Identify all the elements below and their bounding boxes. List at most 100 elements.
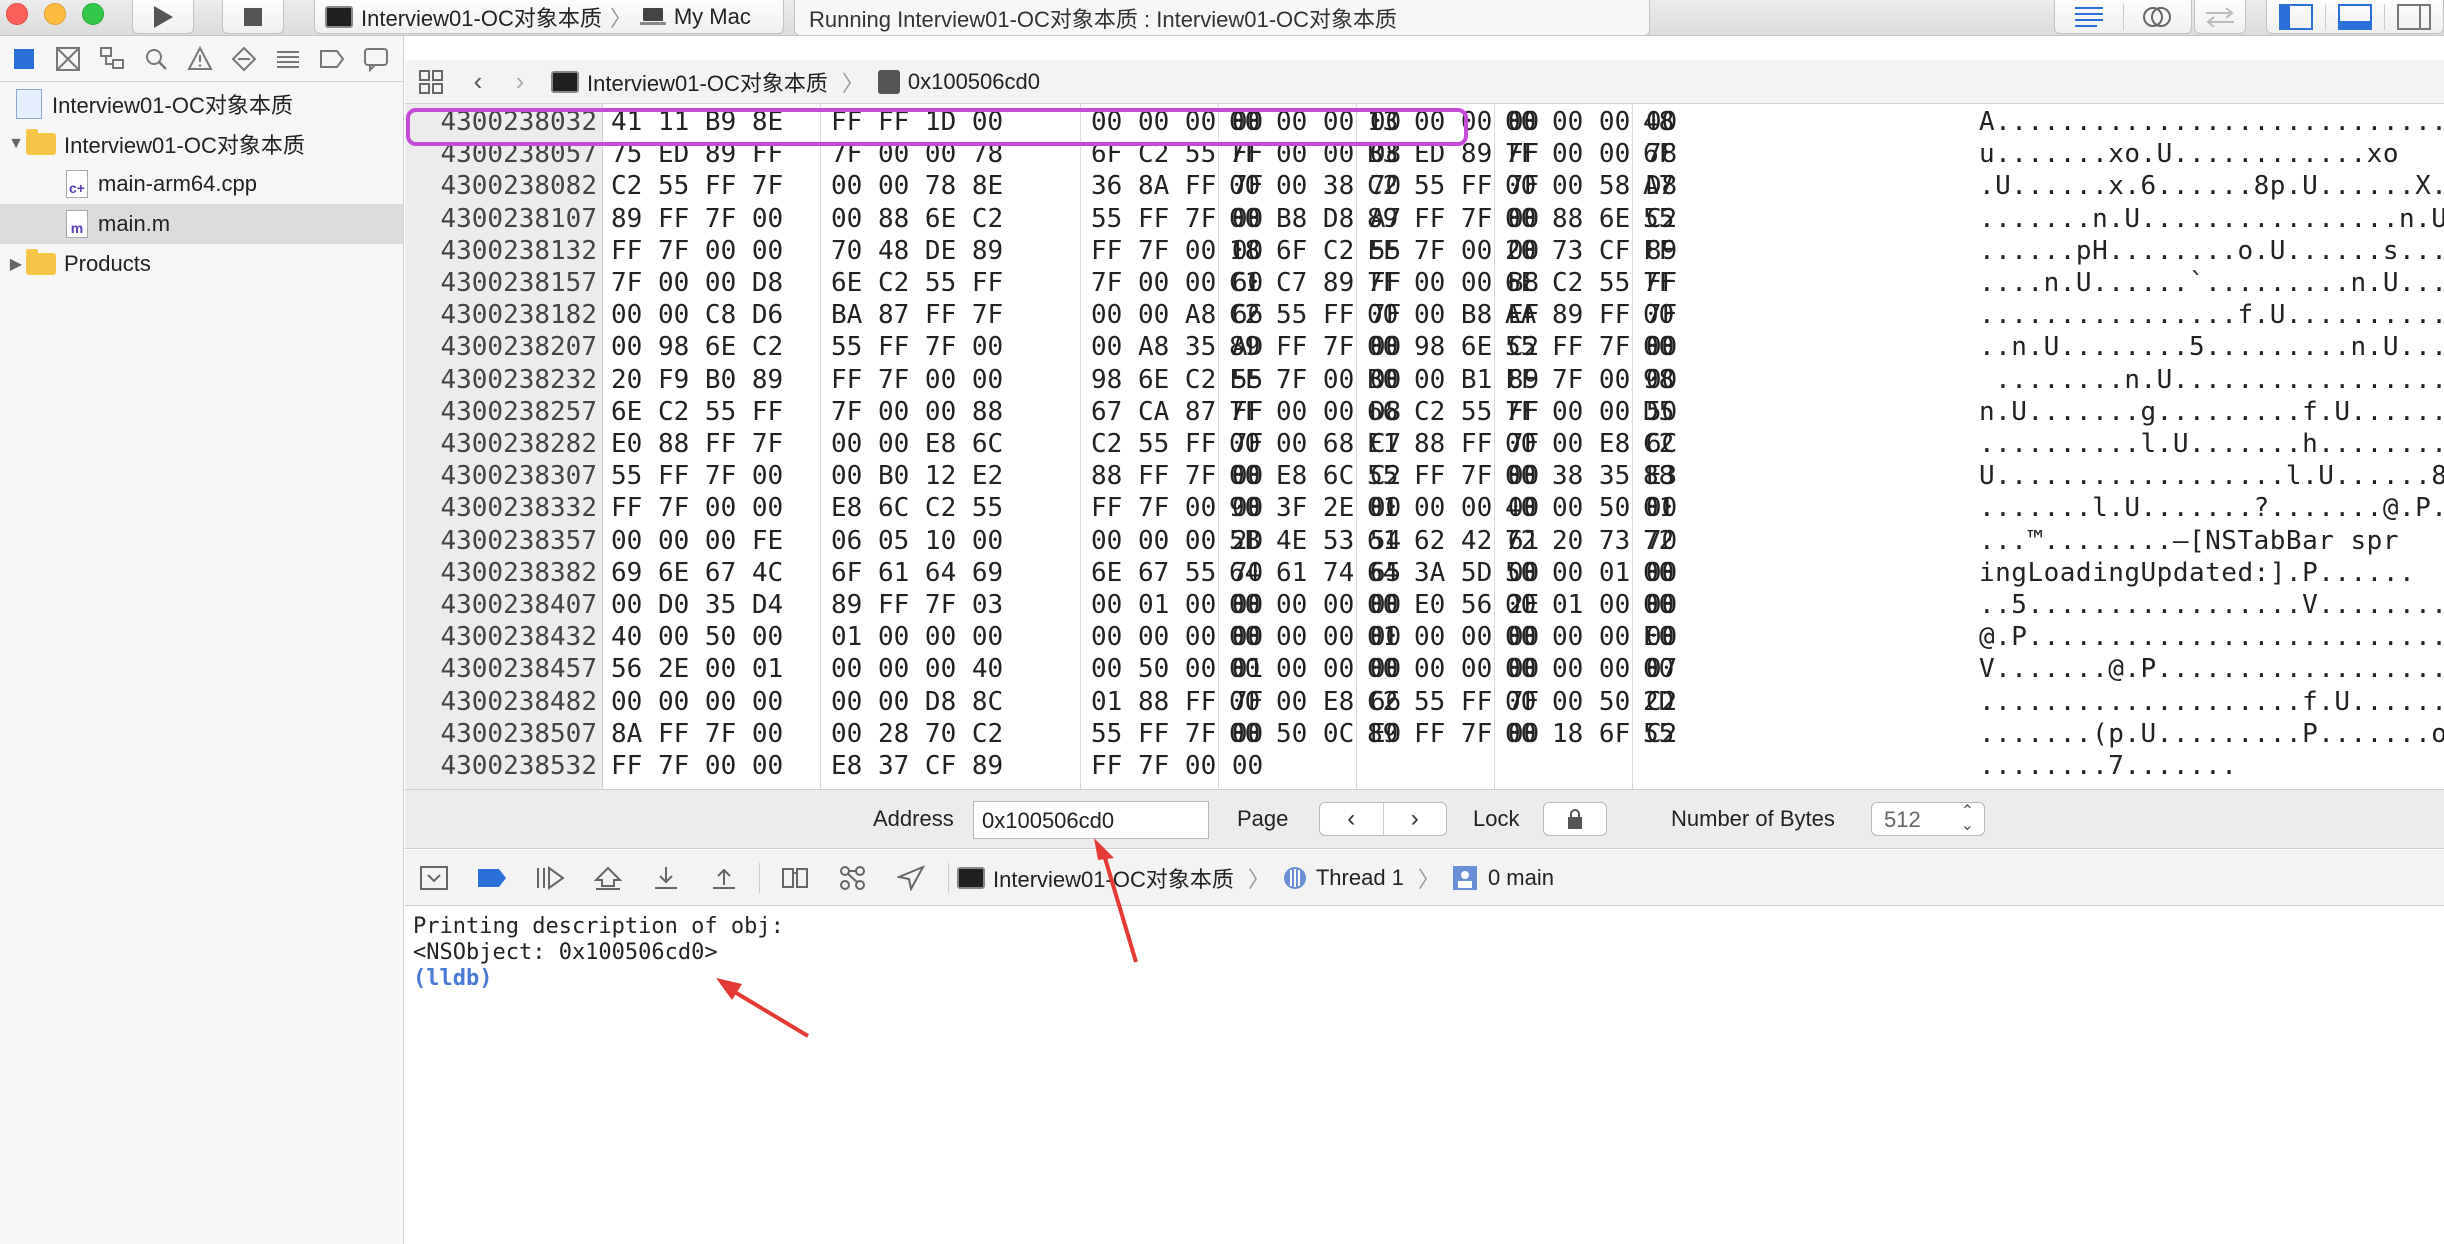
stop-button[interactable]	[222, 0, 284, 34]
tree-item-products[interactable]: ▶ Products	[0, 244, 404, 284]
minimize-window-button[interactable]	[44, 3, 66, 25]
memory-byte-group[interactable]: 55 FF 7F 00	[611, 460, 783, 492]
memory-byte-group[interactable]: C2 55 FF 7F	[611, 170, 783, 202]
memory-byte-group[interactable]: 20 F9 B0 89	[611, 364, 783, 396]
memory-byte-group[interactable]: 55	[1643, 203, 1674, 235]
memory-byte-group[interactable]: FF 7F 00 00	[831, 364, 1003, 396]
memory-byte-group[interactable]: FF 7F 00 00	[611, 750, 783, 782]
project-navigator-tab[interactable]	[2, 39, 46, 79]
debug-frame[interactable]: 0 main	[1452, 865, 1554, 891]
step-out-button[interactable]	[695, 856, 753, 900]
memory-byte-group[interactable]: FF 7F 00 00	[611, 492, 783, 524]
memory-byte-group[interactable]: 00	[1643, 331, 1674, 363]
test-navigator-tab[interactable]	[222, 39, 266, 79]
standard-editor-button[interactable]	[2055, 5, 2123, 29]
disclosure-collapsed-icon[interactable]: ▶	[6, 254, 26, 274]
memory-byte-group[interactable]: 00	[1643, 653, 1674, 685]
memory-byte-group[interactable]: C2	[1643, 428, 1674, 460]
zoom-window-button[interactable]	[82, 3, 104, 25]
debug-thread[interactable]: Thread 1	[1282, 865, 1404, 891]
memory-byte-group[interactable]: 06 05 10 00	[831, 525, 1003, 557]
memory-byte-group[interactable]: 00 00 00 FE	[611, 525, 783, 557]
close-window-button[interactable]	[6, 3, 28, 25]
memory-byte-group[interactable]: 6E C2 55 FF	[831, 267, 1003, 299]
memory-byte-group[interactable]: E8 37 CF 89	[831, 750, 1003, 782]
memory-byte-group[interactable]: 88	[1643, 460, 1674, 492]
debug-console[interactable]: Printing description of obj: <NSObject: …	[405, 906, 2444, 1244]
toggle-navigator-button[interactable]	[2267, 3, 2325, 30]
memory-byte-group[interactable]: 7F 00 00 88	[831, 396, 1003, 428]
back-arrow-icon[interactable]: ‹	[457, 66, 499, 97]
memory-byte-group[interactable]: 8A FF 7F 00	[611, 718, 783, 750]
next-page-button[interactable]: ›	[1382, 803, 1447, 835]
run-button[interactable]	[132, 0, 194, 34]
memory-byte-group[interactable]: 01	[1643, 492, 1674, 524]
memory-graph-button[interactable]	[824, 856, 882, 900]
memory-byte-group[interactable]: 00 00 C8 D6	[611, 299, 783, 331]
breakpoint-navigator-tab[interactable]	[310, 39, 354, 79]
find-navigator-tab[interactable]	[134, 39, 178, 79]
memory-byte-group[interactable]: 00 00 E8 6C	[831, 428, 1003, 460]
tree-item-group[interactable]: ▼ Interview01-OC对象本质	[0, 124, 404, 164]
memory-byte-group[interactable]: FF 7F 00 00	[1091, 750, 1263, 782]
scheme-selector[interactable]: Interview01-OC对象本质 〉 My Mac	[314, 0, 784, 34]
memory-byte-group[interactable]: 48	[1643, 106, 1674, 138]
memory-byte-group[interactable]: 7F	[1643, 267, 1674, 299]
address-input[interactable]: 0x100506cd0	[973, 801, 1209, 839]
toggle-breakpoints-button[interactable]	[463, 856, 521, 900]
jump-memory-address[interactable]: 0x100506cd0	[877, 69, 1040, 95]
forward-arrow-icon[interactable]: ›	[499, 66, 541, 97]
memory-byte-group[interactable]: 00 00 00 00	[611, 686, 783, 718]
memory-byte-group[interactable]: 00	[1643, 557, 1674, 589]
step-over-button[interactable]	[579, 856, 637, 900]
memory-byte-group[interactable]: 70 48 DE 89	[831, 235, 1003, 267]
step-into-button[interactable]	[637, 856, 695, 900]
memory-byte-group[interactable]: 56 2E 00 01	[611, 653, 783, 685]
memory-byte-group[interactable]: 72	[1643, 525, 1674, 557]
memory-byte-group[interactable]: 6E C2 55 FF	[611, 396, 783, 428]
bytes-select[interactable]: 512 ⌃ ⌄	[1871, 802, 1985, 836]
memory-byte-group[interactable]: 89 FF 7F 03	[831, 589, 1003, 621]
continue-button[interactable]	[521, 856, 579, 900]
toggle-utilities-button[interactable]	[2384, 3, 2443, 30]
tree-item-project[interactable]: Interview01-OC对象本质	[0, 84, 404, 124]
memory-byte-group[interactable]: 89 FF 7F 00	[611, 203, 783, 235]
memory-byte-group[interactable]: 01 00 00 00	[831, 621, 1003, 653]
memory-byte-group[interactable]: 7F 00 00 D8	[611, 267, 783, 299]
memory-byte-group[interactable]: FF	[1643, 235, 1674, 267]
memory-byte-group[interactable]: 2D	[1643, 686, 1674, 718]
memory-byte-group[interactable]: 55 FF 7F 00	[831, 331, 1003, 363]
related-items-button[interactable]	[405, 69, 457, 95]
memory-byte-group[interactable]: 00 00 00 40	[831, 653, 1003, 685]
memory-byte-group[interactable]: 00 D0 35 D4	[611, 589, 783, 621]
memory-byte-group[interactable]: 00 B0 12 E2	[831, 460, 1003, 492]
memory-byte-group[interactable]: 98	[1643, 364, 1674, 396]
version-editor-button[interactable]	[2194, 0, 2246, 34]
memory-byte-group[interactable]: 00 00 78 8E	[831, 170, 1003, 202]
debug-navigator-tab[interactable]	[266, 39, 310, 79]
hide-debug-area-button[interactable]	[405, 856, 463, 900]
simulate-location-button[interactable]	[882, 856, 940, 900]
memory-byte-group[interactable]: 69 6E 67 4C	[611, 557, 783, 589]
memory-byte-group[interactable]: 6F 61 64 69	[831, 557, 1003, 589]
previous-page-button[interactable]: ‹	[1320, 803, 1383, 835]
assistant-editor-button[interactable]	[2122, 3, 2192, 30]
tree-item-file[interactable]: c+ main-arm64.cpp	[0, 164, 404, 204]
memory-byte-group[interactable]: E8 6C C2 55	[831, 492, 1003, 524]
memory-byte-group[interactable]: A7	[1643, 170, 1674, 202]
jump-target[interactable]: Interview01-OC对象本质	[551, 66, 828, 98]
memory-byte-group[interactable]: 00 98 6E C2	[611, 331, 783, 363]
memory-byte-group[interactable]: D5	[1643, 396, 1674, 428]
memory-byte-group[interactable]: FF 7F 00 00	[611, 235, 783, 267]
symbol-navigator-tab[interactable]	[90, 39, 134, 79]
memory-byte-group[interactable]: 6F	[1643, 138, 1674, 170]
memory-byte-group[interactable]: 00	[1643, 589, 1674, 621]
memory-byte-group[interactable]: 00 00 D8 8C	[831, 686, 1003, 718]
memory-byte-group[interactable]: 00 28 70 C2	[831, 718, 1003, 750]
disclosure-expanded-icon[interactable]: ▼	[6, 135, 26, 153]
report-navigator-tab[interactable]	[354, 39, 398, 79]
memory-byte-group[interactable]: E0	[1643, 621, 1674, 653]
source-control-tab[interactable]	[46, 39, 90, 79]
memory-byte-group[interactable]: 40 00 50 00	[611, 621, 783, 653]
memory-byte-group[interactable]: 55	[1643, 718, 1674, 750]
